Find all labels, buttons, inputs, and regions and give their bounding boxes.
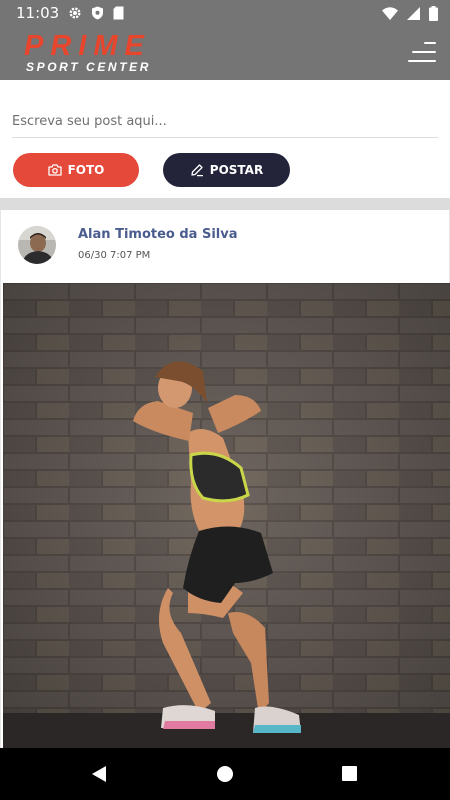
post-button[interactable]: POSTAR [163, 153, 290, 187]
logo-main-text: PRIME [24, 30, 151, 62]
wifi-icon [382, 6, 398, 20]
photo-button[interactable]: FOTO [13, 153, 139, 187]
sd-card-icon [113, 6, 124, 20]
app-bar: PRIME SPORT CENTER [0, 26, 450, 80]
prime-logo: PRIME SPORT CENTER [24, 30, 151, 75]
battery-icon [429, 5, 438, 21]
status-bar-left: 11:03 [16, 4, 124, 22]
recents-icon[interactable] [341, 765, 358, 782]
edit-pencil-icon [191, 164, 203, 177]
shield-icon [92, 6, 104, 20]
status-bar: 11:03 [0, 0, 450, 26]
compose-section: FOTO POSTAR [0, 80, 450, 198]
home-icon[interactable] [216, 765, 234, 783]
hamburger-menu-icon[interactable] [408, 41, 436, 63]
gear-icon [69, 7, 81, 19]
avatar[interactable] [18, 226, 56, 264]
status-time: 11:03 [16, 4, 60, 22]
camera-icon [47, 164, 62, 176]
system-nav-bar [0, 748, 450, 800]
post-image[interactable] [3, 283, 450, 748]
logo-sub-text: SPORT CENTER [26, 60, 151, 74]
post-button-label: POSTAR [209, 163, 264, 177]
post-author-link[interactable]: Alan Timoteo da Silva [78, 227, 238, 242]
signal-icon [407, 6, 420, 20]
back-icon[interactable] [90, 765, 108, 783]
post-timestamp: 06/30 7:07 PM [78, 250, 151, 261]
post-card: Alan Timoteo da Silva 06/30 7:07 PM [0, 210, 450, 748]
status-bar-right [382, 5, 438, 21]
photo-button-label: FOTO [67, 163, 105, 177]
post-input[interactable] [12, 105, 438, 138]
section-divider [0, 198, 450, 210]
